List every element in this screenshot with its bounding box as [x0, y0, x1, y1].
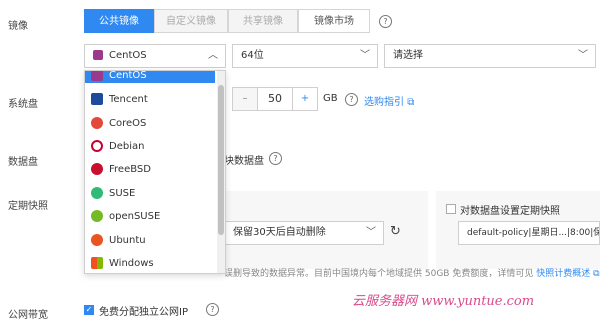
data-disk-policy-value: default-policy|星期日...|8:00|保留30: [467, 228, 599, 238]
disk-unit: GB: [323, 93, 338, 104]
help-icon[interactable]: ?: [206, 303, 219, 316]
tab-image-market[interactable]: 镜像市场: [298, 9, 370, 33]
os-option-debian[interactable]: Debian: [91, 136, 144, 158]
chevron-down-icon: ﹀: [366, 227, 376, 238]
ubuntu-icon: [91, 234, 103, 246]
tab-shared-image[interactable]: 共享镜像: [228, 9, 298, 33]
data-disk-snapshot-label: 对数据盘设置定期快照: [460, 206, 560, 217]
opensuse-icon: [91, 210, 103, 222]
coreos-icon: [91, 117, 103, 129]
dropdown-scrollbar-thumb[interactable]: [218, 85, 224, 235]
os-option-ubuntu[interactable]: Ubuntu: [91, 230, 146, 252]
disk-size-input[interactable]: 50: [258, 87, 292, 111]
tab-custom-image[interactable]: 自定义镜像: [154, 9, 228, 33]
os-option-suse[interactable]: SUSE: [91, 183, 135, 205]
data-disk-policy-select[interactable]: default-policy|星期日...|8:00|保留30: [458, 221, 600, 245]
refresh-icon[interactable]: ↻: [390, 224, 401, 239]
os-option-opensuse[interactable]: openSUSE: [91, 206, 160, 228]
purchase-guide-link[interactable]: 选购指引 ⧉: [364, 93, 414, 108]
image-label: 镜像: [8, 21, 28, 32]
snapshot-policy-value: 保留30天后自动删除: [233, 227, 326, 238]
tab-public-image[interactable]: 公共镜像: [84, 9, 154, 33]
os-select-value: CentOS: [109, 50, 147, 61]
bit-select[interactable]: 64位 ﹀: [232, 44, 378, 68]
os-option-tencent[interactable]: Tencent: [91, 89, 148, 111]
help-icon[interactable]: ?: [345, 93, 358, 106]
debian-icon: [91, 140, 103, 152]
disk-minus-button[interactable]: –: [232, 87, 258, 111]
data-disk-label: 数据盘: [8, 157, 38, 168]
snapshot-policy-select[interactable]: 保留30天后自动删除 ﹀: [224, 221, 384, 245]
version-select[interactable]: 请选择 ﹀: [384, 44, 596, 68]
data-disk-snapshot-checkbox[interactable]: [446, 204, 456, 214]
free-public-ip-checkbox[interactable]: ✓: [84, 305, 94, 315]
bandwidth-label: 公网带宽: [8, 310, 48, 321]
snapshot-billing-link[interactable]: 快照计费概述: [536, 269, 590, 279]
suse-icon: [91, 187, 103, 199]
disk-plus-button[interactable]: +: [292, 87, 318, 111]
watermark-text: 云服务器网 www.yuntue.com: [352, 294, 535, 309]
help-icon[interactable]: ?: [269, 152, 282, 165]
os-dropdown-list[interactable]: CentOS Tencent CoreOS Debian FreeBSD SUS…: [84, 70, 226, 274]
external-link-icon: ⧉: [593, 269, 600, 279]
centos-icon: [91, 71, 103, 81]
add-data-disk-text[interactable]: 块数据盘: [224, 152, 264, 167]
os-select[interactable]: CentOS ︿: [84, 44, 226, 68]
os-option-windows[interactable]: Windows: [91, 253, 154, 273]
freebsd-icon: [91, 163, 103, 175]
centos-icon: [93, 50, 103, 60]
help-icon[interactable]: ?: [379, 15, 392, 28]
chevron-down-icon: ﹀: [360, 50, 370, 61]
free-public-ip-label: 免费分配独立公网IP: [99, 307, 188, 318]
version-select-value: 请选择: [393, 50, 423, 61]
chevron-up-icon: ︿: [208, 50, 218, 61]
bit-select-value: 64位: [241, 50, 264, 61]
os-option-coreos[interactable]: CoreOS: [91, 113, 146, 135]
system-disk-label: 系统盘: [8, 99, 38, 110]
os-option-centos[interactable]: CentOS: [91, 71, 147, 87]
chevron-down-icon: ﹀: [578, 50, 588, 61]
snapshot-label: 定期快照: [8, 201, 48, 212]
windows-icon: [91, 257, 103, 269]
external-link-icon: ⧉: [407, 97, 415, 108]
os-option-freebsd[interactable]: FreeBSD: [91, 159, 151, 181]
snapshot-notice: 误删导致的数据异常。目前中国境内每个地域提供 50GB 免费额度，详情可见 快照…: [224, 269, 600, 279]
tencent-icon: [91, 93, 103, 105]
